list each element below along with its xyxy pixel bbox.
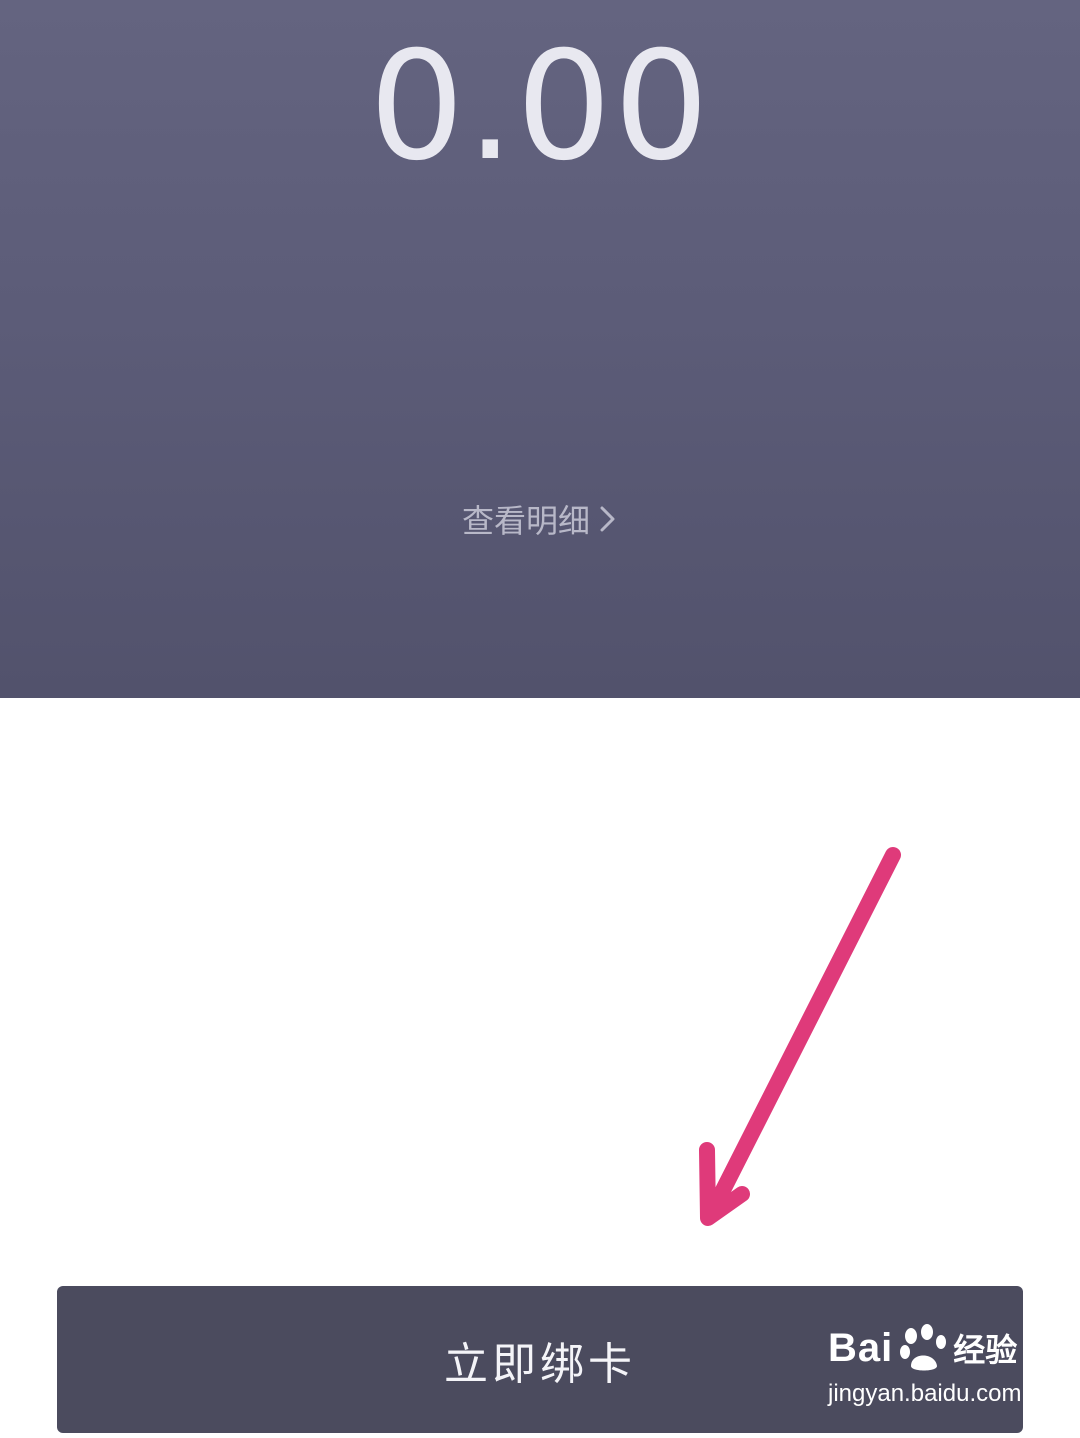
balance-amount: 0.00	[369, 20, 711, 194]
bind-card-button[interactable]: 立即绑卡	[57, 1286, 1023, 1433]
balance-header-panel: 0.00 查看明细	[0, 0, 1080, 698]
bind-card-label: 立即绑卡	[444, 1338, 636, 1390]
chevron-right-icon	[598, 504, 618, 534]
view-details-label: 查看明细	[461, 502, 590, 540]
view-details-link[interactable]: 查看明细	[0, 496, 1080, 542]
